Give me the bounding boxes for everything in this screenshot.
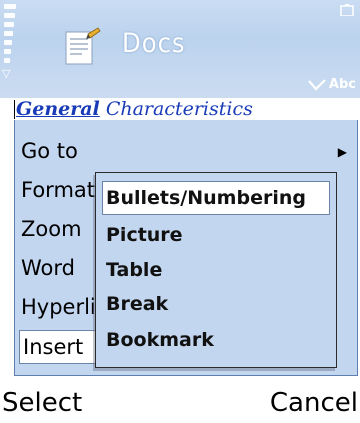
signal-strength-icon [4, 4, 16, 74]
submenu-item-bookmark[interactable]: Bookmark [106, 323, 214, 357]
menu-item-format[interactable]: Format [21, 173, 95, 207]
input-mode-label: Abc [328, 77, 356, 92]
battery-icon [340, 4, 354, 16]
document-text-heading: General [16, 98, 100, 120]
menu-item-word[interactable]: Word [21, 251, 75, 285]
triangle-right-icon: ▶ [337, 145, 347, 159]
softkey-bar: Select Cancel [0, 383, 360, 423]
submenu-item-picture[interactable]: Picture [106, 218, 183, 252]
pen-input-icon [308, 78, 326, 91]
select-softkey[interactable]: Select [2, 383, 82, 423]
menu-item-zoom[interactable]: Zoom [21, 212, 82, 246]
insert-submenu: Bullets/Numbering Picture Table Break Bo… [95, 172, 337, 368]
document-text-rest: Characteristics [105, 98, 253, 120]
cancel-softkey[interactable]: Cancel [270, 383, 358, 423]
submenu-item-break[interactable]: Break [106, 287, 168, 321]
submenu-item-table[interactable]: Table [106, 253, 162, 287]
submenu-item-bullets-numbering[interactable]: Bullets/Numbering [102, 181, 330, 215]
app-title: Docs [122, 28, 186, 59]
antenna-icon: ▽ [2, 67, 11, 80]
docs-app-icon [65, 27, 101, 65]
input-mode-indicator: Abc [308, 77, 356, 92]
document-text: General Characteristics [16, 98, 253, 120]
status-bar: ▽ Docs Abc [0, 0, 360, 98]
text-cursor [14, 100, 15, 119]
menu-item-go-to[interactable]: Go to [21, 134, 78, 168]
document-line: General Characteristics [0, 98, 360, 120]
